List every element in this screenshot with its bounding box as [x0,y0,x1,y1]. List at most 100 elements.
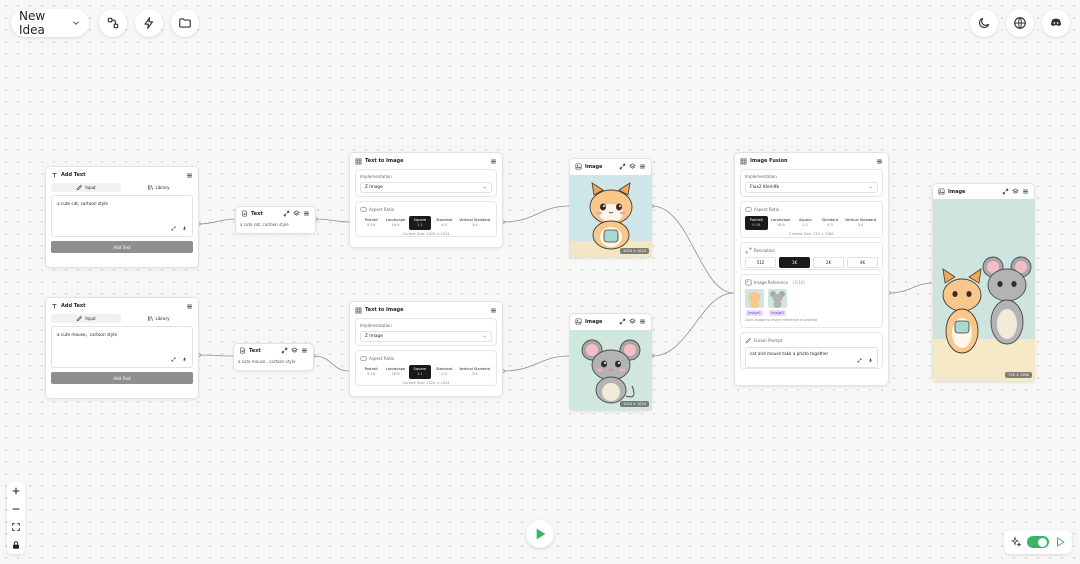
microphone-icon[interactable] [868,358,873,364]
node-title: Add Text [61,172,86,178]
ratio-landscape[interactable]: Landscape 16:9 [384,216,406,230]
image-node[interactable]: Image 1024 × 1024 [569,313,652,411]
play-outline-icon[interactable] [1054,536,1066,548]
resolution-2k[interactable]: 2K [813,257,844,268]
generated-image-cat[interactable]: 1024 × 1024 [570,175,652,257]
node-title: Image [585,163,603,170]
plus-icon [11,486,21,496]
resolution-4k[interactable]: 4K [847,257,878,268]
add-text-node[interactable]: Add Text Input Library a cute cat, carto… [45,166,199,268]
sparkle-icon[interactable] [1010,536,1022,548]
expand-icon[interactable] [171,357,176,363]
quick-action-button[interactable] [135,9,163,37]
grid-icon [740,158,747,165]
ratio-vertical-standard[interactable]: Vertical Standard 3:4 [457,365,492,379]
ratio-standard[interactable]: Standard 4:3 [433,365,455,379]
expand-icon[interactable] [281,347,288,354]
menu-icon[interactable] [186,303,193,310]
expand-icon[interactable] [1002,188,1009,195]
discord-button[interactable] [1042,9,1070,37]
ratio-vertical-standard[interactable]: Vertical Standard 3:4 [843,216,878,230]
add-text-button[interactable]: Add Text [51,241,193,253]
tab-input[interactable]: Input [51,314,121,323]
text-input-area[interactable]: a cute cat, cartoon style [51,195,193,237]
microphone-icon[interactable] [182,226,187,232]
tab-library[interactable]: Library [123,183,193,192]
text-node[interactable]: Text a cute cat, cartoon style [235,206,316,234]
text-node[interactable]: Text a cute mouse，cartoon style [233,343,314,371]
library-icon [147,184,154,191]
lock-button[interactable] [9,538,23,552]
add-text-button[interactable]: Add Text [51,372,193,384]
reference-tag: image1 [746,310,763,316]
layers-icon[interactable] [629,318,636,325]
fusion-prompt-input[interactable]: cat and mouse take a photo together [745,347,878,368]
ratio-landscape[interactable]: Landscape 16:9 [384,365,406,379]
project-title-dropdown[interactable]: New Idea [11,9,89,37]
layers-icon[interactable] [629,163,636,170]
reference-thumb-2[interactable]: image2 [768,289,787,316]
implementation-select[interactable]: Z Image [360,182,492,193]
menu-icon[interactable] [876,158,883,165]
ratio-portrait[interactable]: Portrait 9:16 [360,365,382,379]
node-title: Add Text [61,303,86,309]
resolution-512[interactable]: 512 [745,257,776,268]
generated-image-fusion[interactable]: 720 × 1280 [933,199,1035,381]
zoom-out-button[interactable] [9,502,23,516]
ratio-portrait[interactable]: Portrait 9:16 [360,216,382,230]
menu-icon[interactable] [303,210,310,217]
reference-thumb-1[interactable]: image1 [745,289,764,316]
language-button[interactable] [1006,9,1034,37]
ratio-portrait[interactable]: Portrait 9:16 [745,216,768,230]
implementation-select[interactable]: Flux2 Klein9b [745,182,878,193]
implementation-select[interactable]: Z Image [360,331,492,342]
menu-icon[interactable] [639,318,646,325]
layers-icon[interactable] [293,210,300,217]
aspect-ratio-icon [360,355,367,362]
image-size-badge: 1024 × 1024 [620,401,649,407]
ratio-square[interactable]: Square 1:1 [408,365,432,379]
ratio-square[interactable]: Square 1:1 [794,216,817,230]
run-button[interactable] [526,520,554,548]
image-node[interactable]: Image 720 × 1280 [932,183,1035,382]
node-title: Image [948,188,966,195]
menu-icon[interactable] [639,163,646,170]
expand-icon[interactable] [619,318,626,325]
fit-view-button[interactable] [9,520,23,534]
text-to-image-node[interactable]: Text to Image Implementation Z Image Asp… [349,301,503,397]
grid-icon [355,158,362,165]
open-folder-button[interactable] [171,9,199,37]
menu-icon[interactable] [490,158,497,165]
menu-icon[interactable] [490,307,497,314]
ratio-vertical-standard[interactable]: Vertical Standard 3:4 [457,216,492,230]
reference-tag: image2 [769,310,786,316]
layers-icon[interactable] [1012,188,1019,195]
theme-toggle-button[interactable] [970,9,998,37]
workflow-button[interactable] [99,9,127,37]
tab-library[interactable]: Library [123,314,193,323]
expand-icon[interactable] [619,163,626,170]
auto-run-toggle[interactable] [1026,536,1049,548]
image-icon [575,163,582,170]
text-input-area[interactable]: a cute mouse，cartoon style [51,326,193,368]
tab-input[interactable]: Input [51,183,121,192]
add-text-node[interactable]: Add Text Input Library a cute mouse，cart… [45,297,199,399]
microphone-icon[interactable] [182,357,187,363]
text-to-image-node[interactable]: Text to Image Implementation Z Image Asp… [349,152,503,248]
menu-icon[interactable] [301,347,308,354]
expand-icon[interactable] [283,210,290,217]
expand-icon[interactable] [857,358,862,364]
expand-icon[interactable] [171,226,176,232]
image-node[interactable]: Image 1024 × 1024 [569,158,652,258]
ratio-landscape[interactable]: Landscape 16:9 [770,216,793,230]
ratio-standard[interactable]: Standard 4:3 [433,216,455,230]
layers-icon[interactable] [291,347,298,354]
ratio-square[interactable]: Square 1:1 [408,216,432,230]
resolution-1k[interactable]: 1K [779,257,810,268]
image-fusion-node[interactable]: Image Fusion Implementation Flux2 Klein9… [734,152,889,386]
menu-icon[interactable] [1022,188,1029,195]
generated-image-mouse[interactable]: 1024 × 1024 [570,330,652,410]
ratio-standard[interactable]: Standard 4:3 [819,216,842,230]
menu-icon[interactable] [186,172,193,179]
zoom-in-button[interactable] [9,484,23,498]
